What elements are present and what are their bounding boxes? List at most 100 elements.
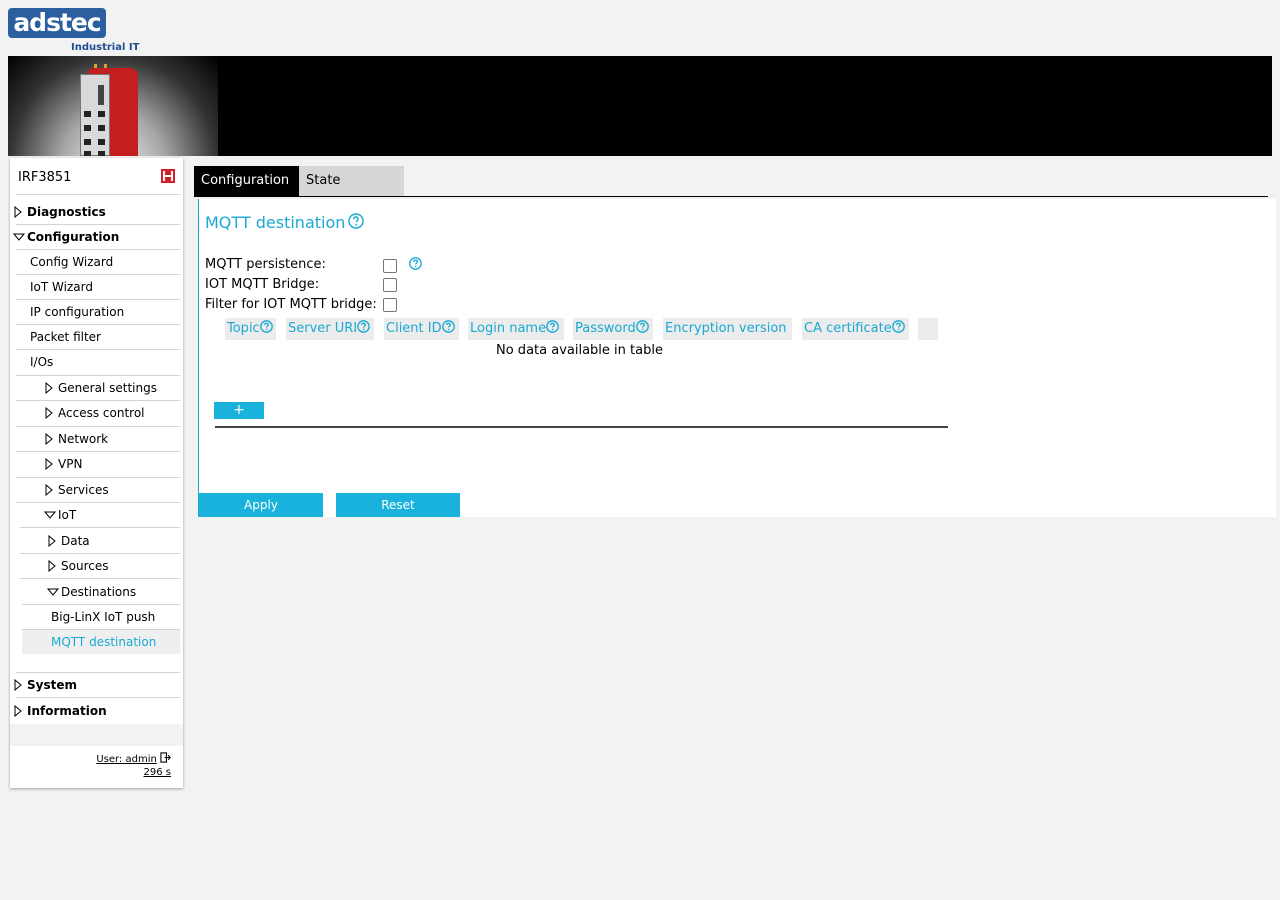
caret-right-icon	[45, 458, 53, 470]
column-header-server-uri[interactable]: Server URI	[286, 318, 374, 340]
column-header-login-name[interactable]: Login name	[468, 318, 564, 340]
column-header-label: Topic	[227, 321, 260, 336]
sidebar-item-label: MQTT destination	[51, 635, 157, 649]
sidebar-item-label: Config Wizard	[30, 255, 114, 269]
sidebar-item-sources[interactable]: Sources	[16, 554, 180, 578]
iot-mqtt-bridge-checkbox[interactable]	[383, 278, 397, 292]
column-header-password[interactable]: Password	[573, 318, 653, 340]
column-header-label: Encryption version	[665, 321, 787, 336]
sidebar-item-label: Sources	[61, 559, 109, 573]
sidebar: IRF3851 Diagnostics Configuration Config…	[10, 158, 183, 788]
caret-right-icon	[45, 484, 53, 496]
caret-right-icon	[45, 433, 53, 445]
column-header-client-id[interactable]: Client ID	[384, 318, 459, 340]
sidebar-item-diagnostics[interactable]: Diagnostics	[14, 200, 180, 224]
help-icon[interactable]	[409, 257, 422, 270]
tab-divider	[194, 196, 1268, 197]
sidebar-item-label: Destinations	[61, 585, 137, 599]
sidebar-item-services[interactable]: Services	[16, 478, 180, 502]
sidebar-item-label: System	[27, 678, 77, 692]
logout-icon[interactable]	[160, 752, 171, 763]
help-icon[interactable]	[348, 213, 365, 229]
sidebar-item-big-linx-iot-push[interactable]: Big-LinX IoT push	[16, 605, 180, 629]
sidebar-item-access-control[interactable]: Access control	[16, 401, 180, 425]
column-header-label: Server URI	[288, 321, 358, 336]
column-header-ca-certificate[interactable]: CA certificate	[802, 318, 909, 340]
sidebar-item-label: General settings	[58, 381, 157, 395]
caret-down-icon	[47, 588, 59, 596]
sidebar-item-packet-filter[interactable]: Packet filter	[16, 325, 180, 349]
sidebar-item-label: Diagnostics	[27, 205, 106, 219]
sidebar-item-label: IoT Wizard	[30, 280, 93, 294]
sidebar-item-label: Packet filter	[30, 330, 101, 344]
iot-mqtt-bridge-label: IOT MQTT Bridge:	[205, 277, 320, 292]
content-panel: MQTT destination MQTT persistence: IOT M…	[198, 199, 1276, 517]
help-icon[interactable]	[441, 320, 455, 333]
sidebar-footer-spacer	[10, 724, 183, 746]
device-image	[80, 64, 142, 156]
sidebar-item-destinations[interactable]: Destinations	[16, 580, 180, 604]
sidebar-item-label: Information	[27, 704, 107, 718]
caret-down-icon	[13, 233, 25, 241]
user-info: User: admin 296 s	[96, 752, 171, 779]
help-icon[interactable]	[891, 320, 905, 333]
column-header-label: CA certificate	[804, 321, 892, 336]
caret-down-icon	[44, 511, 56, 519]
caret-right-icon	[14, 705, 22, 717]
sidebar-item-label: Data	[61, 534, 90, 548]
help-icon[interactable]	[357, 320, 370, 333]
sidebar-item-mqtt-destination[interactable]: MQTT destination	[22, 630, 180, 654]
sidebar-item-general-settings[interactable]: General settings	[16, 376, 180, 400]
reset-button[interactable]: Reset	[336, 493, 460, 517]
mqtt-persistence-checkbox[interactable]	[383, 259, 397, 273]
save-icon[interactable]	[161, 169, 175, 183]
sidebar-item-system[interactable]: System	[14, 673, 180, 697]
help-icon[interactable]	[635, 320, 649, 333]
page-title-text: MQTT destination	[205, 213, 346, 232]
logo-subtitle: Industrial IT	[71, 42, 140, 53]
help-icon[interactable]	[546, 320, 559, 333]
sidebar-item-label: VPN	[58, 457, 83, 471]
caret-right-icon	[45, 407, 53, 419]
caret-right-icon	[48, 535, 56, 547]
sidebar-item-information[interactable]: Information	[14, 699, 180, 723]
sidebar-item-ios[interactable]: I/Os	[16, 350, 180, 374]
sidebar-item-label: I/Os	[30, 355, 54, 369]
caret-right-icon	[48, 560, 56, 572]
sidebar-item-network[interactable]: Network	[16, 427, 180, 451]
filter-iot-mqtt-bridge-label: Filter for IOT MQTT bridge:	[205, 297, 377, 312]
sidebar-item-label: Access control	[58, 406, 145, 420]
apply-button[interactable]: Apply	[199, 493, 323, 517]
caret-right-icon	[14, 679, 22, 691]
help-icon[interactable]	[259, 320, 273, 333]
column-header-label: Password	[575, 321, 636, 336]
sidebar-item-label: IP configuration	[30, 305, 125, 319]
sidebar-item-configuration[interactable]: Configuration	[13, 225, 180, 249]
column-header-label: Client ID	[386, 321, 442, 336]
logo-wordmark: adstec	[8, 8, 106, 38]
page-title: MQTT destination	[205, 213, 365, 232]
sidebar-item-iot[interactable]: IoT	[16, 503, 180, 527]
user-logout-link[interactable]: User: admin	[96, 754, 157, 765]
caret-right-icon	[14, 206, 22, 218]
sidebar-item-ip-configuration[interactable]: IP configuration	[16, 300, 180, 324]
column-header-encryption-version[interactable]: Encryption version	[663, 318, 792, 340]
filter-iot-mqtt-bridge-checkbox[interactable]	[383, 298, 397, 312]
add-row-button[interactable]: +	[214, 402, 264, 419]
sidebar-item-label: Big-LinX IoT push	[51, 610, 156, 624]
header-banner	[8, 56, 1272, 156]
sidebar-item-vpn[interactable]: VPN	[16, 452, 180, 476]
sidebar-item-label: Services	[58, 483, 109, 497]
sidebar-item-iot-wizard[interactable]: IoT Wizard	[16, 275, 180, 299]
device-front-panel	[80, 74, 110, 156]
tab-configuration[interactable]: Configuration	[194, 166, 299, 196]
tab-state[interactable]: State	[299, 166, 404, 196]
caret-right-icon	[45, 382, 53, 394]
sidebar-item-config-wizard[interactable]: Config Wizard	[16, 250, 180, 274]
column-header-label: Login name	[470, 321, 547, 336]
device-name: IRF3851	[18, 170, 72, 185]
sidebar-item-data[interactable]: Data	[16, 529, 180, 553]
sidebar-item-label: Configuration	[27, 230, 120, 244]
column-header-topic[interactable]: Topic	[225, 318, 276, 340]
column-header-actions	[918, 318, 938, 340]
